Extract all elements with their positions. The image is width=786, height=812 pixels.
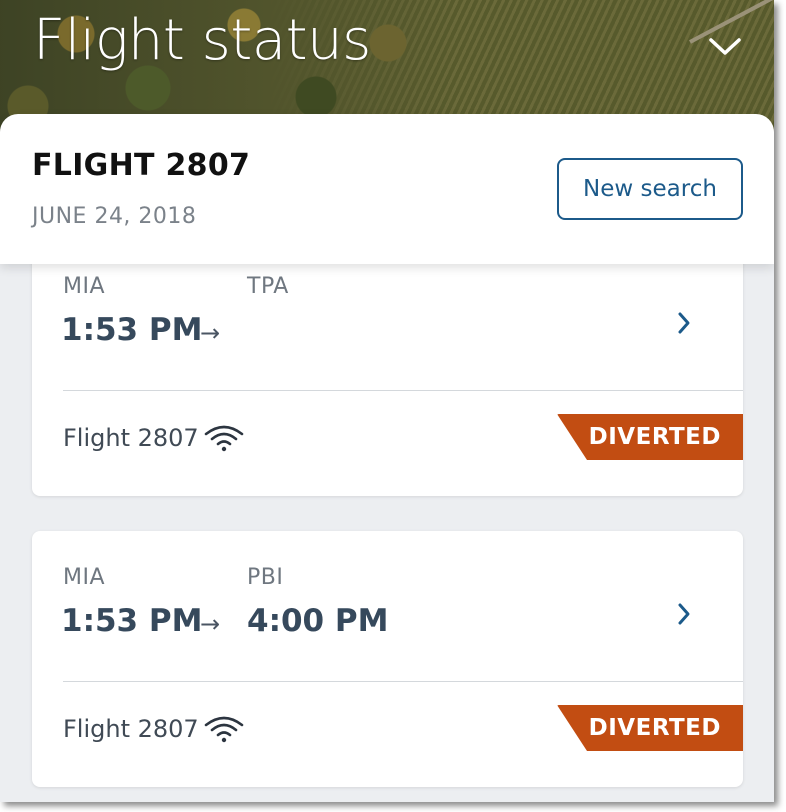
arrow-right-icon: →	[200, 610, 221, 638]
origin-code: MIA	[63, 274, 106, 299]
divider	[63, 681, 743, 682]
origin-code: MIA	[63, 565, 106, 590]
destination-code: PBI	[247, 565, 284, 590]
chevron-down-icon[interactable]	[706, 28, 744, 66]
wifi-icon	[204, 425, 244, 452]
app-screen: Flight status MIA TPA 1:53 PM → Flight 2…	[0, 0, 774, 802]
status-badge: DIVERTED	[557, 705, 743, 751]
chevron-right-glyph	[678, 603, 690, 625]
flight-number-label: Flight 2807	[63, 424, 199, 452]
departure-time: 1:53 PM	[61, 312, 203, 348]
chevron-down-glyph	[709, 38, 741, 55]
wifi-icon	[204, 716, 244, 743]
flight-number-heading: FLIGHT 2807	[32, 148, 251, 183]
flight-segment-card[interactable]: MIA TPA 1:53 PM → Flight 2807 DIVERTED	[32, 240, 743, 496]
departure-time: 1:53 PM	[61, 603, 203, 639]
page-title: Flight status	[33, 8, 371, 73]
arrow-right-icon: →	[200, 319, 221, 347]
status-badge: DIVERTED	[557, 414, 743, 460]
status-badge-label: DIVERTED	[588, 715, 721, 741]
status-badge-label: DIVERTED	[588, 424, 721, 450]
arrival-time: 4:00 PM	[247, 603, 389, 639]
new-search-button[interactable]: New search	[557, 158, 743, 220]
chevron-right-icon[interactable]	[672, 599, 696, 629]
chevron-right-icon[interactable]	[672, 308, 696, 338]
divider	[63, 390, 743, 391]
chevron-right-glyph	[678, 312, 690, 334]
flight-number-label: Flight 2807	[63, 715, 199, 743]
flight-date: JUNE 24, 2018	[32, 204, 197, 229]
flight-segment-card[interactable]: MIA PBI 1:53 PM → 4:00 PM Flight 2807 DI…	[32, 531, 743, 787]
destination-code: TPA	[247, 274, 289, 299]
flight-summary-card: FLIGHT 2807 JUNE 24, 2018 New search	[0, 114, 774, 264]
